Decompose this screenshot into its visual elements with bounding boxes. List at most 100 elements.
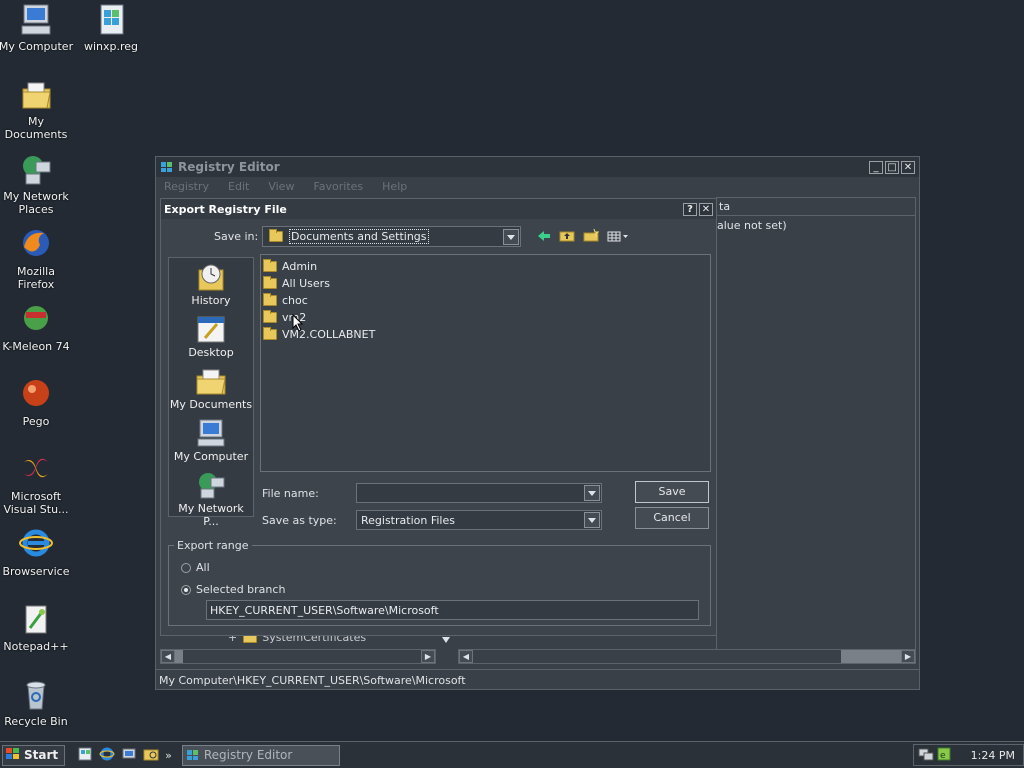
save-in-dropdown[interactable]: Documents and Settings bbox=[262, 226, 521, 247]
desktop-icon-browservice[interactable]: Browservice bbox=[0, 527, 74, 578]
minimize-button[interactable]: _ bbox=[869, 160, 883, 174]
desktop-icon-kmeleon[interactable]: K-Meleon 74 bbox=[0, 302, 74, 353]
start-label: Start bbox=[24, 748, 59, 762]
place-my-documents[interactable]: My Documents bbox=[169, 366, 253, 411]
desktop-icon bbox=[195, 314, 227, 344]
chevron-down-icon[interactable] bbox=[584, 485, 600, 501]
up-folder-icon[interactable] bbox=[559, 229, 575, 245]
branch-input[interactable]: HKEY_CURRENT_USER\Software\Microsoft bbox=[206, 600, 699, 620]
maximize-button[interactable]: □ bbox=[885, 160, 899, 174]
quicklaunch-folder-icon[interactable] bbox=[143, 746, 159, 765]
chevron-down-icon[interactable] bbox=[503, 228, 519, 245]
place-label: My Documents bbox=[169, 398, 253, 411]
dialog-title: Export Registry File bbox=[164, 202, 287, 216]
quicklaunch-network-icon[interactable] bbox=[121, 746, 137, 765]
taskbar-task-registry-editor[interactable]: Registry Editor bbox=[181, 744, 340, 766]
save-as-type-label: Save as type: bbox=[262, 514, 337, 527]
radio-selected-branch[interactable]: Selected branch bbox=[181, 583, 285, 596]
task-label: Registry Editor bbox=[203, 748, 293, 762]
start-button[interactable]: Start bbox=[2, 744, 66, 766]
menu-favorites[interactable]: Favorites bbox=[313, 180, 363, 193]
new-folder-icon[interactable] bbox=[583, 228, 600, 245]
desktop-icon-my-documents[interactable]: My Documents bbox=[0, 77, 74, 141]
list-item[interactable]: VM2.COLLABNET bbox=[263, 326, 375, 342]
view-menu-icon[interactable] bbox=[607, 230, 629, 245]
save-as-type-select[interactable]: Registration Files bbox=[356, 510, 602, 530]
dialog-titlebar[interactable]: Export Registry File ? ✕ bbox=[161, 199, 716, 219]
folder-icon bbox=[263, 258, 277, 272]
folder-open-icon bbox=[269, 229, 283, 242]
minimize-icon: _ bbox=[873, 161, 879, 173]
file-name-input[interactable] bbox=[356, 483, 602, 503]
tray-app-icon[interactable]: e bbox=[937, 747, 951, 764]
radio-selected-label: Selected branch bbox=[196, 583, 286, 596]
scroll-thumb[interactable] bbox=[175, 650, 183, 663]
list-item[interactable]: Admin bbox=[263, 258, 317, 274]
radio-selected-indicator[interactable] bbox=[181, 584, 191, 595]
scroll-thumb[interactable] bbox=[841, 650, 901, 663]
file-name: Admin bbox=[282, 259, 318, 273]
desktop-icon-recycle-bin[interactable]: Recycle Bin bbox=[0, 677, 74, 728]
save-as-type-value: Registration Files bbox=[361, 513, 455, 527]
menu-bar: Registry Edit View Favorites Help bbox=[156, 177, 919, 195]
chevron-down-icon[interactable] bbox=[584, 512, 600, 528]
firefox-icon bbox=[18, 227, 54, 263]
desktop-icon-firefox[interactable]: Mozilla Firefox bbox=[0, 227, 74, 291]
scroll-right-icon[interactable]: ▶ bbox=[421, 650, 435, 663]
place-history[interactable]: History bbox=[169, 262, 253, 307]
value-default-data[interactable]: alue not set) bbox=[717, 216, 915, 232]
menu-help[interactable]: Help bbox=[382, 180, 407, 193]
desktop-icon-label: Recycle Bin bbox=[4, 715, 68, 728]
help-button[interactable]: ? bbox=[683, 202, 697, 216]
values-column-header[interactable]: ta bbox=[717, 198, 915, 216]
tree-horizontal-scrollbar[interactable]: ◀ ▶ bbox=[160, 649, 436, 664]
desktop-icon-label: Browservice bbox=[2, 565, 70, 578]
ie-icon bbox=[18, 527, 54, 563]
menu-view[interactable]: View bbox=[268, 180, 294, 193]
save-button[interactable]: Save bbox=[635, 481, 709, 503]
registry-editor-icon bbox=[160, 159, 174, 176]
place-my-computer[interactable]: My Computer bbox=[169, 418, 253, 463]
desktop-icon-label: Pego bbox=[22, 415, 50, 428]
desktop-icon-notepadpp[interactable]: Notepad++ bbox=[0, 602, 74, 653]
scroll-left-icon[interactable]: ◀ bbox=[459, 650, 473, 663]
place-label: My Network P... bbox=[178, 502, 244, 528]
taskbar: Start » Registry Editor e 1:24 PM bbox=[0, 741, 1024, 768]
dialog-close-button[interactable]: ✕ bbox=[699, 202, 713, 216]
scroll-left-icon[interactable]: ◀ bbox=[161, 650, 175, 663]
quicklaunch-more-icon[interactable]: » bbox=[165, 749, 172, 762]
menu-edit[interactable]: Edit bbox=[228, 180, 249, 193]
desktop-icon-visual-studio[interactable]: Microsoft Visual Stu... bbox=[0, 452, 74, 516]
cancel-button[interactable]: Cancel bbox=[635, 507, 709, 529]
scroll-right-icon[interactable]: ▶ bbox=[901, 650, 915, 663]
desktop-icon-pego[interactable]: Pego bbox=[0, 377, 74, 428]
save-in-label: Save in: bbox=[214, 230, 259, 243]
list-item[interactable]: All Users bbox=[263, 275, 330, 291]
back-arrow-icon[interactable] bbox=[537, 230, 551, 245]
network-icon bbox=[195, 470, 227, 500]
radio-all[interactable]: All bbox=[181, 561, 210, 574]
window-title: Registry Editor bbox=[178, 160, 280, 174]
folder-icon bbox=[263, 275, 277, 289]
desktop-icon-winxp-reg[interactable]: winxp.reg bbox=[73, 2, 149, 53]
list-item[interactable]: choc bbox=[263, 292, 308, 308]
tray-network-icon[interactable] bbox=[918, 747, 934, 764]
values-horizontal-scrollbar[interactable]: ◀ ▶ bbox=[458, 649, 916, 664]
registry-editor-titlebar[interactable]: Registry Editor _ □ ✕ bbox=[156, 157, 919, 177]
desktop-icon-label: Mozilla Firefox bbox=[17, 265, 55, 291]
radio-all-indicator[interactable] bbox=[181, 562, 191, 573]
places-bar: History Desktop My Documents My Computer… bbox=[168, 257, 254, 528]
clock[interactable]: 1:24 PM bbox=[971, 749, 1015, 762]
quicklaunch-regedit-icon[interactable] bbox=[77, 746, 93, 765]
place-my-network[interactable]: My Network P... bbox=[169, 470, 253, 528]
values-pane[interactable]: ta alue not set) bbox=[716, 197, 916, 655]
desktop-icon-my-computer[interactable]: My Computer bbox=[0, 2, 74, 53]
menu-registry[interactable]: Registry bbox=[164, 180, 209, 193]
desktop-icon-network[interactable]: My Network Places bbox=[0, 152, 74, 216]
reg-file-icon bbox=[93, 2, 129, 38]
file-name-label: File name: bbox=[262, 487, 319, 500]
close-button[interactable]: ✕ bbox=[901, 160, 915, 174]
place-desktop[interactable]: Desktop bbox=[169, 314, 253, 359]
file-list[interactable]: Admin All Users choc vm2 VM2.COLLABNET bbox=[260, 254, 711, 472]
quicklaunch-ie-icon[interactable] bbox=[99, 746, 115, 765]
